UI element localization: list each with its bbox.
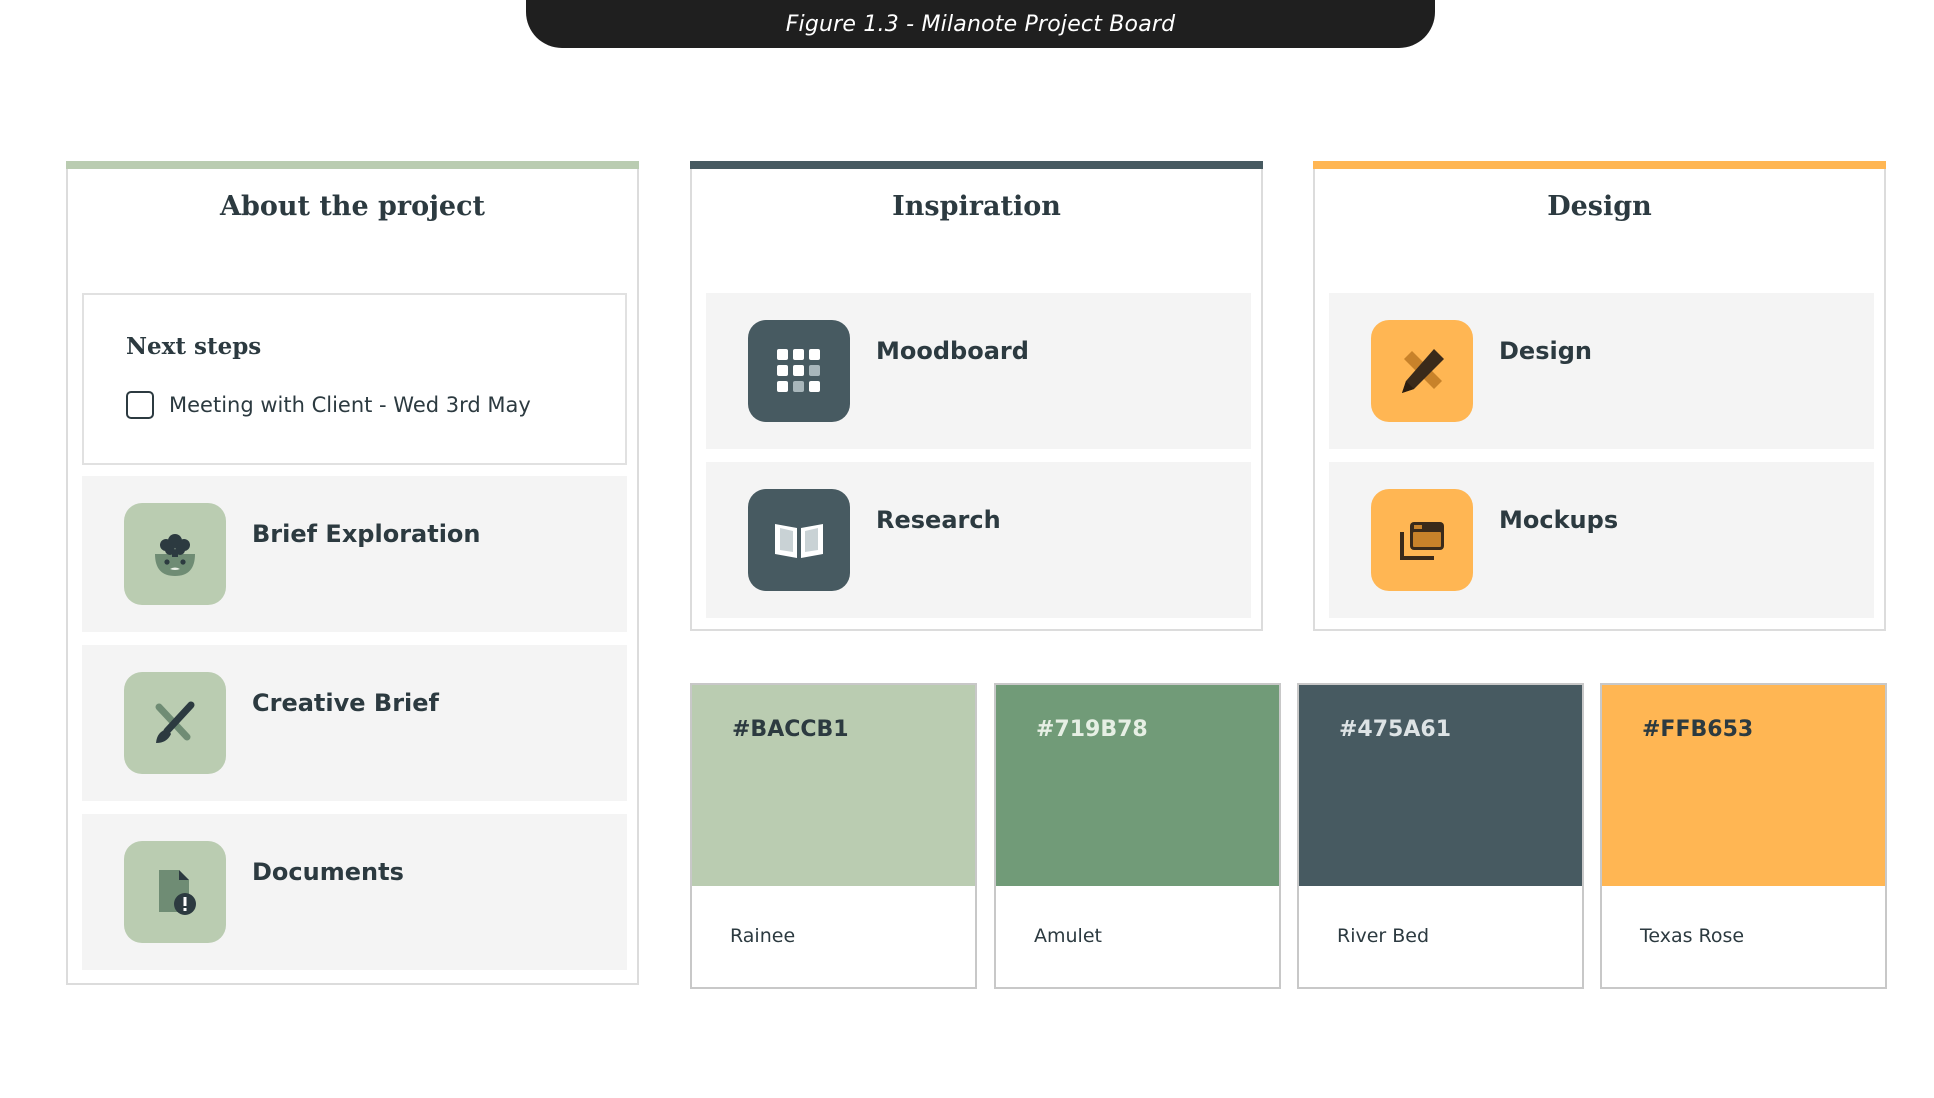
board-card-creative-brief[interactable]: Creative Brief xyxy=(82,645,627,801)
card-label: Brief Exploration xyxy=(252,520,481,548)
swatch-hex: #719B78 xyxy=(1036,717,1148,742)
browser-windows-icon xyxy=(1371,489,1473,591)
pencil-ruler-icon xyxy=(1371,320,1473,422)
board-card-documents[interactable]: Documents xyxy=(82,814,627,970)
task-item[interactable]: Meeting with Client - Wed 3rd May xyxy=(126,391,531,419)
swatch-hex: #FFB653 xyxy=(1642,717,1754,742)
board-card-mockups[interactable]: Mockups xyxy=(1329,462,1874,618)
column-accent-bar xyxy=(1313,161,1886,169)
swatch-name: Texas Rose xyxy=(1640,925,1745,947)
board-card-brief-exploration[interactable]: Brief Exploration xyxy=(82,476,627,632)
card-label: Mockups xyxy=(1499,506,1619,534)
task-checkbox[interactable] xyxy=(126,391,154,419)
swatch-name: Amulet xyxy=(1034,925,1102,947)
column-title: Design xyxy=(1547,191,1652,222)
card-label: Documents xyxy=(252,858,404,886)
column-accent-bar xyxy=(690,161,1263,169)
next-steps-note[interactable]: Next steps Meeting with Client - Wed 3rd… xyxy=(82,293,627,465)
board-card-moodboard[interactable]: Moodboard xyxy=(706,293,1251,449)
swatch-fill xyxy=(692,685,975,886)
open-book-icon xyxy=(748,489,850,591)
board-card-design[interactable]: Design xyxy=(1329,293,1874,449)
swatch-fill xyxy=(1602,685,1885,886)
task-label: Meeting with Client - Wed 3rd May xyxy=(169,393,531,417)
color-swatch-rainee[interactable]: #BACCB1 Rainee xyxy=(690,683,977,989)
column-design[interactable]: Design Design Mockups xyxy=(1313,161,1886,631)
column-title: Inspiration xyxy=(892,191,1061,222)
color-swatch-texas-rose[interactable]: #FFB653 Texas Rose xyxy=(1600,683,1887,989)
pen-brush-crossed-icon xyxy=(124,672,226,774)
card-label: Research xyxy=(876,506,1001,534)
swatch-hex: #475A61 xyxy=(1339,717,1451,742)
board-card-research[interactable]: Research xyxy=(706,462,1251,618)
figure-caption: Figure 1.3 - Milanote Project Board xyxy=(526,0,1435,48)
column-title: About the project xyxy=(220,191,485,222)
column-inspiration[interactable]: Inspiration Moodboard Research xyxy=(690,161,1263,631)
color-swatch-river-bed[interactable]: #475A61 River Bed xyxy=(1297,683,1584,989)
column-about-the-project[interactable]: About the project Next steps Meeting wit… xyxy=(66,161,639,985)
column-accent-bar xyxy=(66,161,639,169)
swatch-name: River Bed xyxy=(1337,925,1430,947)
brain-head-icon xyxy=(124,503,226,605)
grid-dots-icon xyxy=(748,320,850,422)
swatch-name: Rainee xyxy=(730,925,796,947)
swatch-fill xyxy=(1299,685,1582,886)
card-label: Design xyxy=(1499,337,1592,365)
color-swatch-amulet[interactable]: #719B78 Amulet xyxy=(994,683,1281,989)
document-alert-icon xyxy=(124,841,226,943)
figure-caption-text: Figure 1.3 - Milanote Project Board xyxy=(785,11,1176,37)
card-label: Moodboard xyxy=(876,337,1029,365)
card-label: Creative Brief xyxy=(252,689,439,717)
next-steps-title: Next steps xyxy=(126,333,262,360)
swatch-hex: #BACCB1 xyxy=(732,717,849,742)
swatch-fill xyxy=(996,685,1279,886)
